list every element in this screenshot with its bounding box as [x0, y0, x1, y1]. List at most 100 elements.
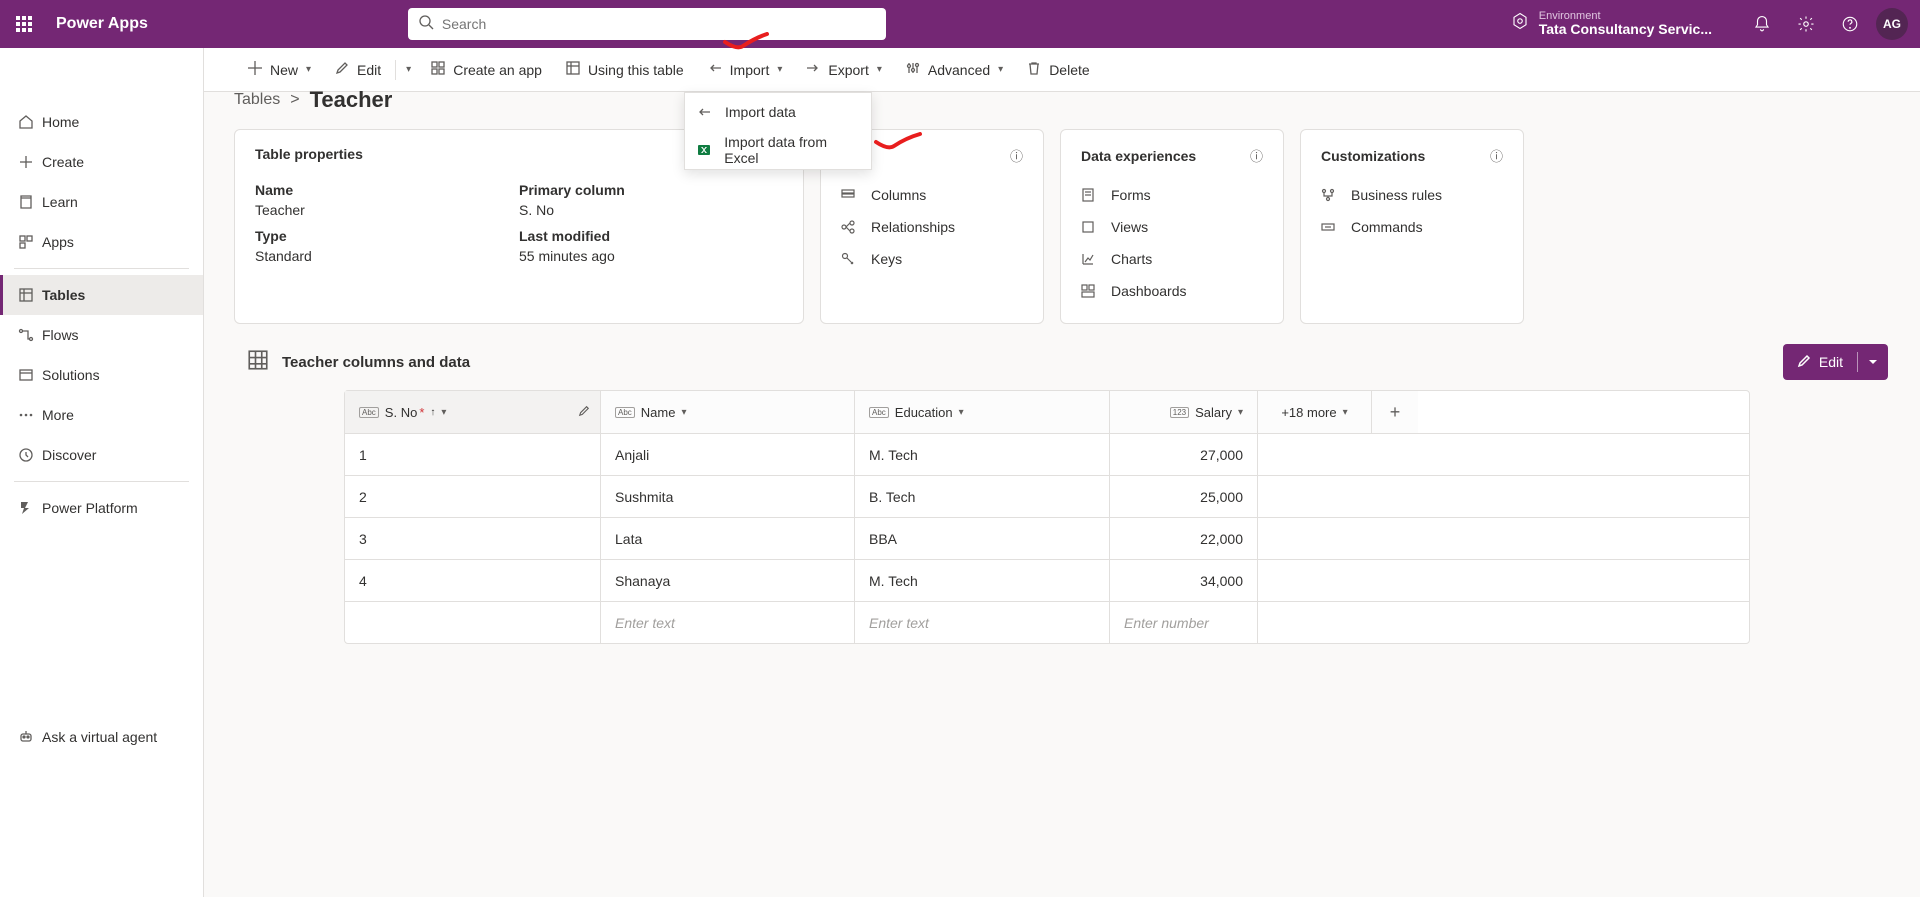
- info-icon[interactable]: ⓘ: [1490, 146, 1503, 165]
- settings-button[interactable]: [1784, 2, 1828, 46]
- commands-link[interactable]: Commands: [1321, 211, 1503, 243]
- nav-power-platform[interactable]: Power Platform: [0, 488, 203, 528]
- banner-right: Environment Tata Consultancy Servic... A…: [1511, 2, 1920, 46]
- table-icon: [18, 287, 42, 303]
- cell-rest: [1258, 560, 1749, 601]
- cell-name[interactable]: Sushmita: [601, 476, 855, 517]
- business-rules-link[interactable]: Business rules: [1321, 179, 1503, 211]
- help-button[interactable]: [1828, 2, 1872, 46]
- chevron-down-icon: ▾: [1343, 407, 1348, 418]
- edit-data-button[interactable]: Edit: [1783, 344, 1888, 380]
- new-button[interactable]: New ▾: [236, 48, 323, 92]
- new-cell-salary[interactable]: Enter number: [1110, 602, 1258, 643]
- edit-label: Edit: [357, 62, 381, 78]
- business-rules-label: Business rules: [1351, 187, 1442, 203]
- using-table-button[interactable]: Using this table: [554, 48, 696, 92]
- edit-button[interactable]: Edit: [323, 48, 393, 92]
- cell-sno[interactable]: 3: [345, 518, 601, 559]
- dashboards-link[interactable]: Dashboards: [1081, 275, 1263, 307]
- cell-name[interactable]: Anjali: [601, 434, 855, 475]
- cell-education[interactable]: M. Tech: [855, 434, 1110, 475]
- nav-create[interactable]: Create: [0, 142, 203, 182]
- chevron-down-icon: ▾: [406, 64, 411, 75]
- export-button[interactable]: Export ▾: [794, 48, 894, 92]
- table-row[interactable]: 1AnjaliM. Tech27,000: [345, 433, 1749, 475]
- new-cell-name[interactable]: Enter text: [601, 602, 855, 643]
- info-icon[interactable]: ⓘ: [1010, 146, 1023, 165]
- cell-sno[interactable]: 2: [345, 476, 601, 517]
- cell-education[interactable]: BBA: [855, 518, 1110, 559]
- cell-salary[interactable]: 22,000: [1110, 518, 1258, 559]
- app-launcher-button[interactable]: [0, 0, 48, 48]
- chevron-down-icon: [1868, 357, 1878, 367]
- views-label: Views: [1111, 219, 1148, 235]
- card-title: Data experiences: [1081, 148, 1196, 164]
- info-icon[interactable]: ⓘ: [1250, 146, 1263, 165]
- col-header-salary[interactable]: 123Salary▾: [1110, 391, 1258, 433]
- col-header-sno[interactable]: Abc S. No * ↑ ▾: [345, 391, 601, 433]
- table-row[interactable]: 4ShanayaM. Tech34,000: [345, 559, 1749, 601]
- nav-learn[interactable]: Learn: [0, 182, 203, 222]
- table-row[interactable]: 3LataBBA22,000: [345, 517, 1749, 559]
- nav-tables[interactable]: Tables: [0, 275, 203, 315]
- prop-modified-label: Last modified: [519, 228, 783, 244]
- cell-sno[interactable]: 1: [345, 434, 601, 475]
- breadcrumb-parent[interactable]: Tables: [234, 91, 280, 109]
- nav-discover[interactable]: Discover: [0, 435, 203, 475]
- import-data-label: Import data: [725, 104, 796, 120]
- edit-dropdown-button[interactable]: ▾: [398, 48, 419, 92]
- solutions-icon: [18, 367, 42, 383]
- edit-column-icon[interactable]: [578, 405, 590, 420]
- rules-icon: [1321, 188, 1339, 202]
- export-label: Export: [828, 62, 868, 78]
- forms-link[interactable]: Forms: [1081, 179, 1263, 211]
- cell-salary[interactable]: 34,000: [1110, 560, 1258, 601]
- col-header-sno-label: S. No: [385, 405, 418, 420]
- cell-salary[interactable]: 25,000: [1110, 476, 1258, 517]
- environment-picker[interactable]: Environment Tata Consultancy Servic...: [1511, 10, 1712, 37]
- new-row[interactable]: Enter text Enter text Enter number: [345, 601, 1749, 643]
- views-link[interactable]: Views: [1081, 211, 1263, 243]
- create-app-button[interactable]: Create an app: [419, 48, 554, 92]
- search-input[interactable]: [442, 16, 876, 32]
- import-excel-item[interactable]: Import data from Excel: [685, 131, 871, 169]
- prop-name-value: Teacher: [255, 202, 519, 218]
- cell-education[interactable]: B. Tech: [855, 476, 1110, 517]
- notifications-button[interactable]: [1740, 2, 1784, 46]
- new-cell-sno[interactable]: [345, 602, 601, 643]
- delete-button[interactable]: Delete: [1015, 48, 1101, 92]
- cell-name[interactable]: Shanaya: [601, 560, 855, 601]
- more-icon: [18, 407, 42, 423]
- col-header-more[interactable]: +18 more▾: [1258, 391, 1372, 433]
- cell-education[interactable]: M. Tech: [855, 560, 1110, 601]
- search-box[interactable]: [408, 8, 886, 40]
- nav-solutions[interactable]: Solutions: [0, 355, 203, 395]
- add-column-button[interactable]: +: [1372, 391, 1418, 433]
- nav-apps[interactable]: Apps: [0, 222, 203, 262]
- advanced-button[interactable]: Advanced ▾: [894, 48, 1015, 92]
- edit-dropdown[interactable]: [1858, 354, 1888, 370]
- table-row[interactable]: 2SushmitaB. Tech25,000: [345, 475, 1749, 517]
- new-cell-education[interactable]: Enter text: [855, 602, 1110, 643]
- nav-separator: [14, 268, 189, 269]
- col-header-education[interactable]: AbcEducation▾: [855, 391, 1110, 433]
- schema-columns-link[interactable]: Columns: [841, 179, 1023, 211]
- user-avatar[interactable]: AG: [1876, 8, 1908, 40]
- charts-link[interactable]: Charts: [1081, 243, 1263, 275]
- cell-sno[interactable]: 4: [345, 560, 601, 601]
- environment-name: Tata Consultancy Servic...: [1539, 22, 1712, 37]
- nav-ask-agent[interactable]: Ask a virtual agent: [0, 717, 203, 757]
- cell-salary[interactable]: 27,000: [1110, 434, 1258, 475]
- import-button[interactable]: Import ▾: [696, 48, 795, 92]
- brand-label[interactable]: Power Apps: [56, 15, 148, 33]
- import-data-item[interactable]: Import data: [685, 93, 871, 131]
- schema-relationships-link[interactable]: Relationships: [841, 211, 1023, 243]
- cell-name[interactable]: Lata: [601, 518, 855, 559]
- nav-more[interactable]: More: [0, 395, 203, 435]
- type-badge: Abc: [869, 407, 889, 418]
- nav-flows[interactable]: Flows: [0, 315, 203, 355]
- schema-keys-link[interactable]: Keys: [841, 243, 1023, 275]
- nav-home[interactable]: Home: [0, 102, 203, 142]
- chevron-down-icon: ▾: [998, 64, 1003, 75]
- col-header-name[interactable]: AbcName▾: [601, 391, 855, 433]
